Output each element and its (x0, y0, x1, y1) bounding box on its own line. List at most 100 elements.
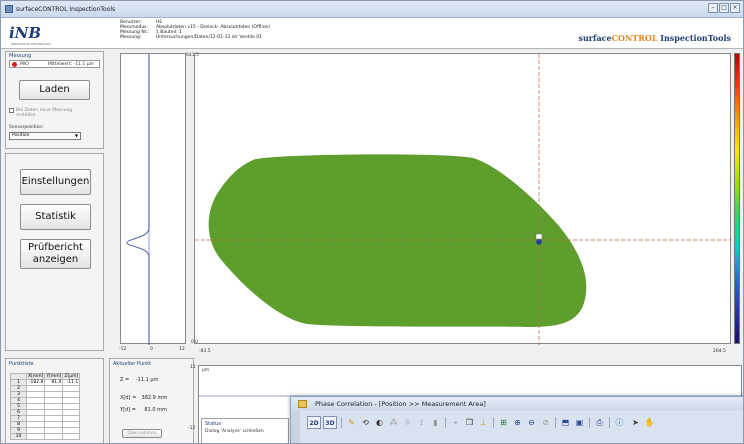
color-scale-bar (734, 53, 740, 344)
logo-subtitle: INNOVATION TECHNOLOGY (11, 42, 52, 46)
cube-icon[interactable]: ❒ (463, 416, 476, 429)
x-readout: X[d] = 382.9 mm (120, 395, 167, 401)
row-number: 10 (10, 433, 27, 440)
brand-part: surface (578, 33, 612, 43)
current-point-title: Aktueller Punkt (113, 361, 152, 367)
measurement-info: Benutzer: HE Messmodus: Absolutdaten v15 -… (120, 20, 270, 40)
profile-xtick: 0 (150, 347, 153, 352)
window-title: surfaceCONTROL InspectionTools (16, 6, 116, 13)
toolbar-separator (555, 417, 556, 428)
einstellungen-button[interactable]: Einstellungen (20, 169, 91, 195)
info-icon[interactable]: ⓘ (613, 416, 626, 429)
brand-part: CONTROL (611, 33, 658, 43)
new-measurement-checkbox[interactable] (9, 108, 14, 113)
view-2d-button[interactable]: 2D (307, 416, 321, 429)
point-list-table[interactable]: X[mm] Y[mm] Z[μm] 1 -182.8 81.0 -11.1 2 3 4… (10, 373, 81, 440)
toolbar-separator (493, 417, 494, 428)
plot-xright: 204.5 (713, 349, 726, 354)
phase-correlation-window[interactable]: Phase Correlation - [Position >> Measure… (290, 396, 743, 443)
profile-curve (126, 54, 150, 345)
meta-key: Messung: (120, 35, 142, 40)
cursor-label-box (535, 233, 543, 240)
brand-text: surfaceCONTROL InspectionTools (578, 33, 731, 43)
plot-ytop: 641.5 (186, 53, 199, 58)
y-readout: Y[d] = 81.0 mm (120, 407, 167, 413)
sensor-position-label: Sensorposition: (9, 125, 44, 130)
edit-icon[interactable]: ✎ (345, 416, 358, 429)
toolbar-separator (609, 417, 610, 428)
column-header: Z[μm] (62, 373, 81, 380)
cell (25, 433, 46, 440)
slider-icon[interactable]: ▮ (429, 416, 442, 429)
actions-panel: Einstellungen Statistik Prüfbericht anze… (5, 153, 104, 351)
statistik-button[interactable]: Statistik (20, 204, 91, 230)
brand-part: InspectionTools (657, 33, 731, 43)
print-icon[interactable]: ⎙ (593, 416, 606, 429)
toolbar-separator (589, 417, 590, 428)
cell (62, 433, 81, 440)
column-header: Y[mm] (44, 373, 64, 380)
plot-ybottom: 0.0 (191, 340, 199, 345)
pruefbericht-button[interactable]: Prüfbericht anzeigen (20, 239, 91, 269)
fit-view-icon[interactable]: ⊞ (497, 416, 510, 429)
zoom-in-icon[interactable]: ⊕ (511, 416, 524, 429)
phase-window-titlebar[interactable]: Phase Correlation - [Position >> Measure… (291, 397, 743, 411)
pruefbericht-line2: anzeigen (32, 254, 79, 265)
meta-value: Untersuchungen/Daten/12-01-13 d/r Ventil… (156, 35, 262, 40)
surface-plot-canvas (195, 54, 732, 345)
pointer-icon[interactable]: ➤ (629, 416, 642, 429)
axes-icon[interactable]: ⊥ (477, 416, 490, 429)
view-3d-button[interactable]: 3D (323, 416, 337, 429)
uebernehmen-button[interactable]: Übernehmen (122, 429, 162, 438)
surface-plot[interactable] (194, 53, 732, 345)
maximize-button[interactable]: □ (719, 3, 729, 13)
measurement-status-bar: MIO Mittelwert: -11.1 μm (9, 60, 100, 68)
rotate-icon[interactable]: ⟲ (359, 416, 372, 429)
grid-icon[interactable]: ⁂ (387, 416, 400, 429)
column-header: X[mm] (25, 373, 46, 380)
hand-icon[interactable]: ✋ (643, 416, 656, 429)
y-unit: mm (157, 407, 167, 413)
y-value: 81.0 (144, 407, 156, 413)
app-icon (5, 5, 13, 13)
point-list-title: Punktliste (9, 361, 34, 367)
minimize-button[interactable]: – (708, 3, 718, 13)
y-label: Y[d] = (120, 407, 136, 413)
checkbox-label: Bei Daten neue Messung erstellen (16, 108, 73, 118)
bottom-ybottom: -12 (188, 426, 196, 431)
zoom-reset-icon[interactable]: ⊘ (539, 416, 552, 429)
z-label: Z = (120, 377, 130, 383)
z-value: -11.1 (135, 377, 149, 383)
zoom-out-icon[interactable]: ⊖ (525, 416, 538, 429)
close-button[interactable]: × (730, 3, 740, 13)
toolbar-separator (445, 417, 446, 428)
status-text: Dialog 'Analyse' schließen (205, 429, 264, 434)
main-window: surfaceCONTROL InspectionTools – □ × iNB… (0, 0, 744, 444)
cell (44, 433, 64, 440)
x-label: X[d] = (120, 395, 137, 401)
sensor-position-select[interactable]: Position ▼ (9, 132, 81, 140)
image-icon[interactable]: ▣ (573, 416, 586, 429)
plot-xleft: -83.5 (199, 349, 211, 354)
profile-xtick: -12 (119, 347, 127, 352)
x-unit: mm (157, 395, 168, 401)
pruefbericht-line1: Prüfbericht (28, 242, 83, 253)
phase-window-title: Phase Correlation - [Position >> Measure… (315, 400, 486, 408)
inb-logo: iNB INNOVATION TECHNOLOGY (9, 22, 69, 46)
cell: -182.8 (25, 379, 46, 386)
status-panel: Status Dialog 'Analyse' schließen (201, 418, 289, 443)
table-row[interactable]: 10 (10, 433, 81, 440)
sphere-icon[interactable]: ◐ (373, 416, 386, 429)
x-value: 382.9 (141, 395, 156, 401)
crosshair-icon[interactable]: ⌖ (449, 416, 462, 429)
title-bar: surfaceCONTROL InspectionTools – □ × (1, 1, 743, 18)
laden-button[interactable]: Laden (19, 80, 90, 100)
light-icon[interactable]: ☼ (401, 416, 414, 429)
sensor-position-value: Position (12, 133, 30, 138)
phase-window-sidebar (291, 411, 300, 443)
pin-icon[interactable]: ⟟ (415, 416, 428, 429)
vertical-profile-plot[interactable] (120, 53, 186, 345)
export-icon[interactable]: ⬒ (559, 416, 572, 429)
status-title: Status (205, 421, 221, 427)
mean-value: Mittelwert: -11.1 μm (48, 62, 95, 67)
